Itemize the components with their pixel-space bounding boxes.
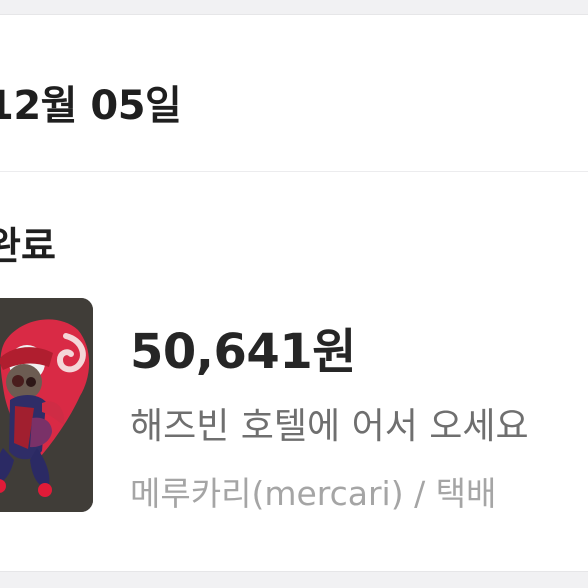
section-divider bbox=[0, 171, 588, 172]
item-meta: 메루카리(mercari) / 택배 bbox=[130, 474, 497, 513]
character-figure-image bbox=[0, 298, 93, 512]
order-history-card: 12월 05일 완료 50,641원 해즈빈 호텔에 어서 오세요 메루카리(m… bbox=[0, 14, 588, 572]
order-date: 12월 05일 bbox=[0, 83, 182, 129]
product-thumbnail[interactable] bbox=[0, 298, 93, 512]
page: 12월 05일 완료 50,641원 해즈빈 호텔에 어서 오세요 메루카리(m… bbox=[0, 0, 588, 588]
item-price: 50,641원 bbox=[130, 324, 356, 380]
order-status: 완료 bbox=[0, 224, 56, 268]
item-title[interactable]: 해즈빈 호텔에 어서 오세요 bbox=[130, 397, 588, 449]
